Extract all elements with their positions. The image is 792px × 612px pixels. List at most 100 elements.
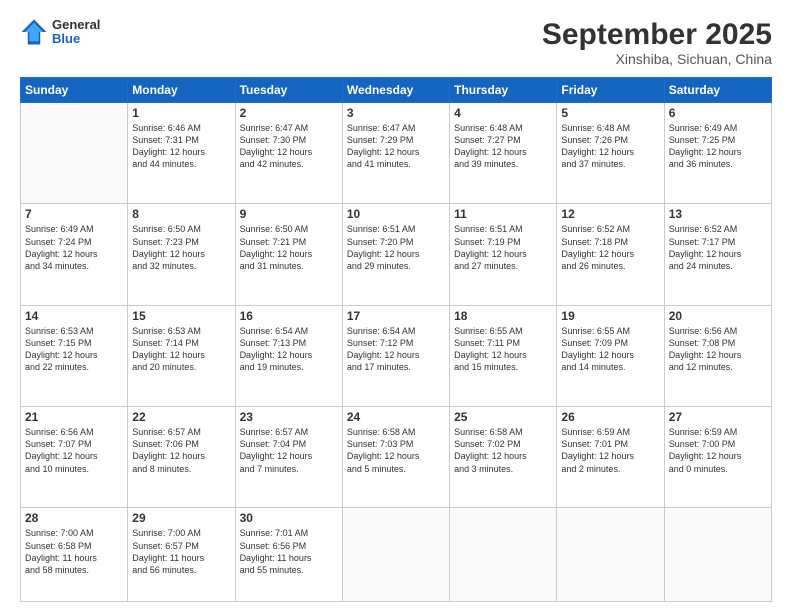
calendar-header-row: SundayMondayTuesdayWednesdayThursdayFrid… <box>21 78 772 103</box>
calendar-cell: 12 Sunrise: 6:52 AM Sunset: 7:18 PM Dayli… <box>557 204 664 305</box>
cell-content: Sunrise: 6:52 AM Sunset: 7:18 PM Dayligh… <box>561 223 659 272</box>
logo-text: General Blue <box>52 18 100 47</box>
calendar-cell: 15 Sunrise: 6:53 AM Sunset: 7:14 PM Dayli… <box>128 305 235 406</box>
calendar-cell: 20Sunrise: 6:56 AM Sunset: 7:08 PM Dayli… <box>664 305 771 406</box>
day-number: 30 <box>240 511 338 525</box>
cell-content: Sunrise: 6:52 AM Sunset: 7:17 PM Dayligh… <box>669 223 767 272</box>
calendar-cell: 28 Sunrise: 7:00 AM Sunset: 6:58 PM Dayli… <box>21 508 128 602</box>
location: Xinshiba, Sichuan, China <box>542 51 772 67</box>
calendar-cell: 17 Sunrise: 6:54 AM Sunset: 7:12 PM Dayli… <box>342 305 449 406</box>
calendar-cell: 30 Sunrise: 7:01 AM Sunset: 6:56 PM Dayli… <box>235 508 342 602</box>
cell-content: Sunrise: 6:55 AM Sunset: 7:11 PM Dayligh… <box>454 325 552 374</box>
week-row-1: 1 Sunrise: 6:46 AM Sunset: 7:31 PM Daylig… <box>21 103 772 204</box>
day-number: 2 <box>240 106 338 120</box>
day-number: 24 <box>347 410 445 424</box>
calendar-cell: 27 Sunrise: 6:59 AM Sunset: 7:00 PM Dayli… <box>664 407 771 508</box>
calendar-cell: 25Sunrise: 6:58 AM Sunset: 7:02 PM Dayli… <box>450 407 557 508</box>
day-number: 6 <box>669 106 767 120</box>
calendar-cell: 8Sunrise: 6:50 AM Sunset: 7:23 PM Daylig… <box>128 204 235 305</box>
calendar-cell: 19Sunrise: 6:55 AM Sunset: 7:09 PM Dayli… <box>557 305 664 406</box>
calendar-cell: 5Sunrise: 6:48 AM Sunset: 7:26 PM Daylig… <box>557 103 664 204</box>
logo-icon <box>20 18 48 46</box>
day-number: 17 <box>347 309 445 323</box>
cell-content: Sunrise: 6:46 AM Sunset: 7:31 PM Dayligh… <box>132 122 230 171</box>
week-row-4: 21 Sunrise: 6:56 AM Sunset: 7:07 PM Dayli… <box>21 407 772 508</box>
day-number: 7 <box>25 207 123 221</box>
page: General Blue September 2025 Xinshiba, Si… <box>0 0 792 612</box>
day-number: 4 <box>454 106 552 120</box>
calendar-cell: 26Sunrise: 6:59 AM Sunset: 7:01 PM Dayli… <box>557 407 664 508</box>
cell-content: Sunrise: 6:49 AM Sunset: 7:24 PM Dayligh… <box>25 223 123 272</box>
day-number: 27 <box>669 410 767 424</box>
calendar-cell: 29 Sunrise: 7:00 AM Sunset: 6:57 PM Dayli… <box>128 508 235 602</box>
calendar-cell: 24Sunrise: 6:58 AM Sunset: 7:03 PM Dayli… <box>342 407 449 508</box>
calendar-cell <box>450 508 557 602</box>
day-number: 14 <box>25 309 123 323</box>
logo: General Blue <box>20 18 100 47</box>
day-number: 5 <box>561 106 659 120</box>
day-number: 16 <box>240 309 338 323</box>
day-number: 29 <box>132 511 230 525</box>
cell-content: Sunrise: 6:53 AM Sunset: 7:14 PM Dayligh… <box>132 325 230 374</box>
day-number: 9 <box>240 207 338 221</box>
cell-content: Sunrise: 6:47 AM Sunset: 7:29 PM Dayligh… <box>347 122 445 171</box>
calendar-cell: 2 Sunrise: 6:47 AM Sunset: 7:30 PM Daylig… <box>235 103 342 204</box>
calendar-cell: 22 Sunrise: 6:57 AM Sunset: 7:06 PM Dayli… <box>128 407 235 508</box>
calendar-cell: 23 Sunrise: 6:57 AM Sunset: 7:04 PM Dayli… <box>235 407 342 508</box>
header: General Blue September 2025 Xinshiba, Si… <box>20 18 772 67</box>
calendar-cell: 7 Sunrise: 6:49 AM Sunset: 7:24 PM Daylig… <box>21 204 128 305</box>
cell-content: Sunrise: 6:57 AM Sunset: 7:04 PM Dayligh… <box>240 426 338 475</box>
calendar-cell <box>557 508 664 602</box>
cell-content: Sunrise: 6:54 AM Sunset: 7:12 PM Dayligh… <box>347 325 445 374</box>
day-number: 22 <box>132 410 230 424</box>
col-header-saturday: Saturday <box>664 78 771 103</box>
cell-content: Sunrise: 6:55 AM Sunset: 7:09 PM Dayligh… <box>561 325 659 374</box>
day-number: 15 <box>132 309 230 323</box>
col-header-sunday: Sunday <box>21 78 128 103</box>
cell-content: Sunrise: 6:47 AM Sunset: 7:30 PM Dayligh… <box>240 122 338 171</box>
cell-content: Sunrise: 6:54 AM Sunset: 7:13 PM Dayligh… <box>240 325 338 374</box>
cell-content: Sunrise: 6:57 AM Sunset: 7:06 PM Dayligh… <box>132 426 230 475</box>
day-number: 8 <box>132 207 230 221</box>
calendar-cell: 6 Sunrise: 6:49 AM Sunset: 7:25 PM Daylig… <box>664 103 771 204</box>
day-number: 28 <box>25 511 123 525</box>
cell-content: Sunrise: 6:51 AM Sunset: 7:20 PM Dayligh… <box>347 223 445 272</box>
month-year: September 2025 <box>542 18 772 51</box>
cell-content: Sunrise: 6:58 AM Sunset: 7:02 PM Dayligh… <box>454 426 552 475</box>
day-number: 1 <box>132 106 230 120</box>
col-header-tuesday: Tuesday <box>235 78 342 103</box>
cell-content: Sunrise: 6:53 AM Sunset: 7:15 PM Dayligh… <box>25 325 123 374</box>
calendar-cell: 10Sunrise: 6:51 AM Sunset: 7:20 PM Dayli… <box>342 204 449 305</box>
day-number: 18 <box>454 309 552 323</box>
logo-blue: Blue <box>52 32 100 46</box>
calendar-cell <box>664 508 771 602</box>
calendar-cell: 9 Sunrise: 6:50 AM Sunset: 7:21 PM Daylig… <box>235 204 342 305</box>
cell-content: Sunrise: 7:00 AM Sunset: 6:57 PM Dayligh… <box>132 527 230 576</box>
day-number: 12 <box>561 207 659 221</box>
calendar-cell <box>21 103 128 204</box>
calendar-cell: 14 Sunrise: 6:53 AM Sunset: 7:15 PM Dayli… <box>21 305 128 406</box>
cell-content: Sunrise: 6:59 AM Sunset: 7:00 PM Dayligh… <box>669 426 767 475</box>
cell-content: Sunrise: 7:01 AM Sunset: 6:56 PM Dayligh… <box>240 527 338 576</box>
cell-content: Sunrise: 6:49 AM Sunset: 7:25 PM Dayligh… <box>669 122 767 171</box>
cell-content: Sunrise: 6:48 AM Sunset: 7:27 PM Dayligh… <box>454 122 552 171</box>
cell-content: Sunrise: 7:00 AM Sunset: 6:58 PM Dayligh… <box>25 527 123 576</box>
col-header-wednesday: Wednesday <box>342 78 449 103</box>
calendar-table: SundayMondayTuesdayWednesdayThursdayFrid… <box>20 77 772 602</box>
calendar-cell: 16 Sunrise: 6:54 AM Sunset: 7:13 PM Dayli… <box>235 305 342 406</box>
day-number: 21 <box>25 410 123 424</box>
day-number: 26 <box>561 410 659 424</box>
calendar-cell: 21 Sunrise: 6:56 AM Sunset: 7:07 PM Dayli… <box>21 407 128 508</box>
calendar-cell: 11 Sunrise: 6:51 AM Sunset: 7:19 PM Dayli… <box>450 204 557 305</box>
week-row-5: 28 Sunrise: 7:00 AM Sunset: 6:58 PM Dayli… <box>21 508 772 602</box>
day-number: 23 <box>240 410 338 424</box>
calendar-cell: 4 Sunrise: 6:48 AM Sunset: 7:27 PM Daylig… <box>450 103 557 204</box>
col-header-monday: Monday <box>128 78 235 103</box>
calendar-cell: 18 Sunrise: 6:55 AM Sunset: 7:11 PM Dayli… <box>450 305 557 406</box>
day-number: 11 <box>454 207 552 221</box>
col-header-friday: Friday <box>557 78 664 103</box>
cell-content: Sunrise: 6:50 AM Sunset: 7:21 PM Dayligh… <box>240 223 338 272</box>
cell-content: Sunrise: 6:56 AM Sunset: 7:07 PM Dayligh… <box>25 426 123 475</box>
week-row-3: 14 Sunrise: 6:53 AM Sunset: 7:15 PM Dayli… <box>21 305 772 406</box>
cell-content: Sunrise: 6:51 AM Sunset: 7:19 PM Dayligh… <box>454 223 552 272</box>
